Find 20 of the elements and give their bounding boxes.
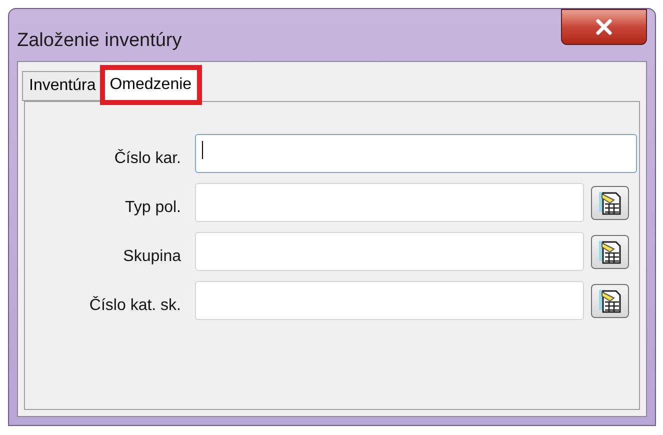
close-icon	[595, 19, 613, 35]
lookup-button[interactable]	[591, 284, 629, 318]
field-label: Číslo kat. sk.	[88, 295, 182, 316]
close-button[interactable]	[561, 9, 647, 45]
text-cursor	[202, 141, 203, 159]
window-title: Založenie inventúry	[17, 29, 182, 53]
tab[interactable]: Omedzenie	[102, 68, 199, 102]
field-label: Typ pol.	[124, 198, 182, 218]
document-table-icon	[596, 238, 624, 264]
input-field[interactable]	[195, 232, 584, 271]
lookup-button[interactable]	[591, 186, 629, 220]
input-field[interactable]	[195, 281, 584, 320]
document-table-icon	[596, 288, 624, 314]
field-label: Číslo kar.	[113, 148, 182, 168]
document-table-icon	[596, 190, 624, 216]
field-label: Skupina	[122, 246, 182, 266]
input-field[interactable]	[195, 134, 637, 173]
tab[interactable]: Inventúra	[22, 71, 103, 101]
input-field[interactable]	[195, 183, 584, 222]
lookup-button[interactable]	[591, 234, 629, 268]
